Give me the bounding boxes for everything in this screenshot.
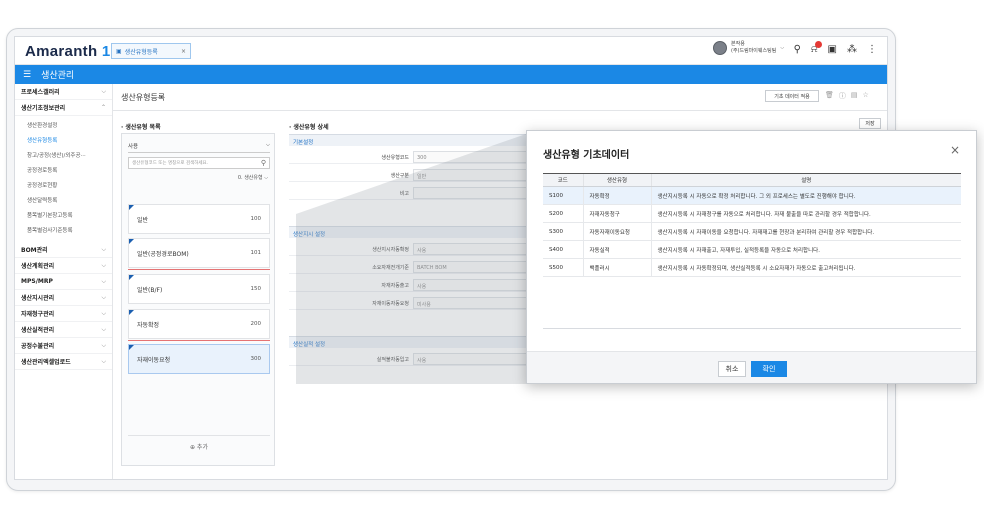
- table-cell: 백플러시: [582, 258, 651, 277]
- confirm-button[interactable]: 확인: [751, 361, 787, 377]
- table-cell: 생산지시등록 시 자동확정되며, 생산실적등록 시 소요자재가 자동으로 출고처…: [650, 258, 961, 277]
- table-cell: 생산지시등록 시 자재청구를 자동으로 처리합니다. 자재 불출을 따로 관리할…: [650, 204, 961, 223]
- table-cell: 자동자재이동요청: [582, 222, 651, 241]
- table-row[interactable]: S300 자동자재이동요청 생산지시등록 시 자재이동을 요청합니다. 자재재고를 …: [543, 222, 961, 241]
- table-empty-area: [543, 287, 961, 329]
- column-header: 코드: [543, 173, 583, 187]
- close-icon[interactable]: ×: [950, 143, 960, 157]
- dialog-title: 생산유형 기초데이터: [543, 150, 630, 161]
- table-cell: 생산지시등록 시 자동으로 확정 처리합니다. 그 외 프로세스는 별도로 진행…: [650, 186, 961, 205]
- table-row[interactable]: S100 자동확정 생산지시등록 시 자동으로 확정 처리합니다. 그 외 프로세스…: [543, 186, 961, 205]
- table-row[interactable]: S400 자동실적 생산지시등록 시 자재출고, 자재투입, 실적등록을 자동으로 …: [543, 240, 961, 259]
- basic-data-dialog: 생산유형 기초데이터 × 코드 생산유형 설명 S100 자동확정 생산지시등록 시…: [526, 130, 977, 384]
- table-cell: S300: [543, 222, 583, 241]
- table-cell: 생산지시등록 시 자재이동을 요청합니다. 자재재고를 현장과 분리하여 관리할…: [650, 222, 961, 241]
- column-header: 생산유형: [582, 173, 651, 187]
- table-cell: 자재자동청구: [582, 204, 651, 223]
- cancel-button[interactable]: 취소: [718, 361, 746, 377]
- table-cell: S100: [543, 186, 583, 205]
- column-header: 설명: [650, 173, 961, 187]
- table-cell: 생산지시등록 시 자재출고, 자재투입, 실적등록을 자동으로 처리합니다.: [650, 240, 961, 259]
- table-cell: S200: [543, 204, 583, 223]
- table-cell: S500: [543, 258, 583, 277]
- basic-data-table: 코드 생산유형 설명 S100 자동확정 생산지시등록 시 자동으로 확정 처리합니…: [543, 173, 961, 277]
- table-row[interactable]: S500 백플러시 생산지시등록 시 자동확정되며, 생산실적등록 시 소요자재가 …: [543, 258, 961, 277]
- table-cell: S400: [543, 240, 583, 259]
- table-row[interactable]: S200 자재자동청구 생산지시등록 시 자재청구를 자동으로 처리합니다. 자재 …: [543, 204, 961, 223]
- table-cell: 자동실적: [582, 240, 651, 259]
- table-cell: 자동확정: [582, 186, 651, 205]
